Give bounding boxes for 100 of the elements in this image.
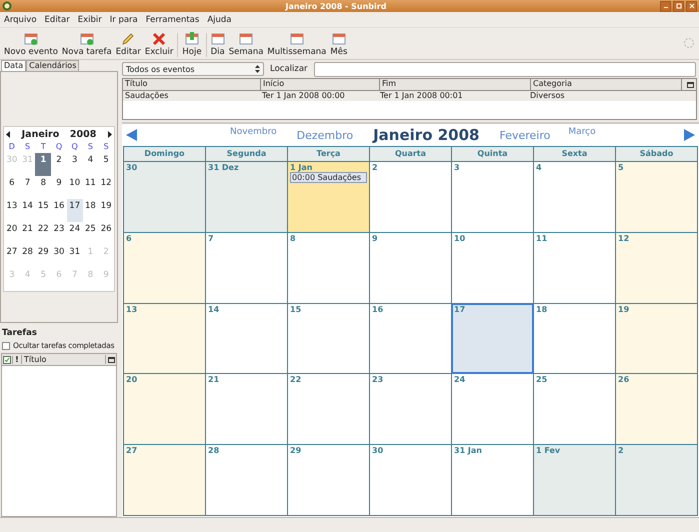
mini-calendar-day[interactable]: 15 <box>35 199 52 222</box>
day-cell[interactable]: 12 <box>616 232 697 303</box>
toolbar-button[interactable]: Editar <box>114 32 143 57</box>
column-header[interactable]: Título <box>123 79 261 90</box>
day-cell[interactable]: 8 <box>288 232 369 303</box>
mini-calendar-day[interactable]: 27 <box>4 245 20 268</box>
column-header[interactable]: ! <box>13 355 22 364</box>
toolbar-button[interactable]: Excluir <box>142 32 176 57</box>
toolbar-button[interactable]: Hoje <box>180 32 204 57</box>
sidebar-tab[interactable]: Data <box>1 60 26 71</box>
mini-calendar-day[interactable]: 26 <box>98 222 114 245</box>
month-link[interactable]: Fevereiro <box>499 128 550 142</box>
mini-calendar-day[interactable]: 5 <box>98 153 114 176</box>
mini-calendar-day[interactable]: 30 <box>51 245 67 268</box>
day-cell[interactable]: 2 <box>616 445 697 515</box>
day-cell[interactable]: 31 Dez <box>206 162 287 232</box>
toolbar-button[interactable]: Nova tarefa <box>60 32 114 57</box>
day-cell[interactable]: 16 <box>370 304 451 374</box>
previous-month-icon[interactable] <box>6 131 11 138</box>
day-cell[interactable]: 29 <box>288 445 369 515</box>
mini-calendar-day[interactable]: 31 <box>66 245 83 268</box>
column-picker-button[interactable] <box>106 356 116 362</box>
menu-item[interactable]: Arquivo <box>4 14 37 24</box>
mini-calendar-day[interactable]: 23 <box>51 222 67 245</box>
toolbar-button[interactable]: Dia <box>208 32 227 57</box>
toolbar-button[interactable]: Multissemana <box>265 32 328 57</box>
day-cell[interactable]: 19 <box>616 304 697 374</box>
mini-calendar-day[interactable]: 12 <box>98 176 114 199</box>
mini-calendar-day[interactable]: 24 <box>66 222 83 245</box>
day-cell[interactable]: 20 <box>124 374 205 444</box>
mini-calendar-day[interactable]: 8 <box>35 176 52 199</box>
mini-calendar-day[interactable]: 29 <box>35 245 52 268</box>
mini-calendar-day[interactable]: 11 <box>82 176 98 199</box>
column-header[interactable]: Categoria <box>531 79 682 90</box>
mini-calendar-day[interactable]: 21 <box>20 222 36 245</box>
day-cell[interactable]: 26 <box>616 374 697 444</box>
day-cell[interactable]: 6 <box>124 232 205 303</box>
day-cell[interactable]: 22 <box>288 374 369 444</box>
mini-calendar-day[interactable]: 14 <box>20 199 36 222</box>
day-cell[interactable]: 2 <box>370 162 451 232</box>
menu-item[interactable]: Ajuda <box>207 14 232 24</box>
day-cell[interactable]: 27 <box>124 445 205 515</box>
day-cell[interactable]: 9 <box>370 232 451 303</box>
day-cell[interactable]: 30 <box>370 445 451 515</box>
day-cell[interactable]: 25 <box>534 374 615 444</box>
mini-calendar-day[interactable]: 22 <box>35 222 52 245</box>
toolbar-button[interactable]: Semana <box>226 32 266 57</box>
day-cell[interactable]: 28 <box>206 445 287 515</box>
day-cell[interactable]: 7 <box>206 232 287 303</box>
day-cell[interactable]: 30 <box>124 162 205 232</box>
day-cell[interactable]: 15 <box>288 304 369 374</box>
day-cell[interactable]: 24 <box>452 374 533 444</box>
menu-item[interactable]: Ferramentas <box>146 14 200 24</box>
event-item[interactable]: 00:00 Saudações <box>290 172 367 183</box>
mini-calendar-day[interactable]: 25 <box>82 222 98 245</box>
mini-calendar-day[interactable]: 16 <box>51 199 67 222</box>
day-cell[interactable]: 18 <box>534 304 615 374</box>
mini-calendar-day[interactable]: 9 <box>51 176 67 199</box>
sidebar-tab[interactable]: Calendários <box>26 60 80 71</box>
day-cell[interactable]: 31 Jan <box>452 445 533 515</box>
day-cell[interactable]: 10 <box>452 232 533 303</box>
day-cell[interactable]: 1 Jan 00:00 Saudações <box>288 162 369 232</box>
month-link[interactable]: Março <box>568 127 596 137</box>
checkbox[interactable] <box>2 342 10 350</box>
mini-calendar-day[interactable]: 28 <box>20 245 36 268</box>
column-header[interactable]: Início <box>261 79 380 90</box>
column-header[interactable] <box>2 356 13 364</box>
month-link[interactable]: Novembro <box>230 127 277 137</box>
month-link[interactable]: Dezembro <box>296 128 354 142</box>
day-cell[interactable]: 1 Fev <box>534 445 615 515</box>
mini-calendar-day[interactable]: 20 <box>4 222 20 245</box>
day-cell[interactable]: 17 <box>452 304 533 374</box>
day-cell[interactable]: 13 <box>124 304 205 374</box>
maximize-button[interactable] <box>673 0 684 12</box>
day-cell[interactable]: 4 <box>534 162 615 232</box>
day-cell[interactable]: 3 <box>452 162 533 232</box>
day-cell[interactable]: 21 <box>206 374 287 444</box>
day-cell[interactable]: 5 <box>616 162 697 232</box>
day-cell[interactable]: 11 <box>534 232 615 303</box>
event-filter-dropdown[interactable]: Todos os eventos <box>122 62 264 76</box>
day-cell[interactable]: 23 <box>370 374 451 444</box>
mini-calendar-day[interactable]: 13 <box>4 199 20 222</box>
toolbar-button[interactable]: Novo evento <box>2 32 60 57</box>
mini-calendar-day[interactable]: 18 <box>82 199 98 222</box>
mini-calendar-day[interactable]: 2 <box>51 153 67 176</box>
column-header[interactable]: Título <box>22 355 106 364</box>
mini-calendar-day[interactable]: 1 <box>35 153 52 176</box>
menu-item[interactable]: Exibir <box>78 14 102 24</box>
next-month-icon[interactable] <box>107 131 112 138</box>
mini-calendar-day[interactable]: 4 <box>82 153 98 176</box>
close-button[interactable] <box>686 0 697 12</box>
toolbar-button[interactable]: Mês <box>328 32 350 57</box>
mini-calendar-day[interactable]: 3 <box>66 153 83 176</box>
search-field[interactable] <box>314 62 696 76</box>
mini-calendar-day[interactable]: 10 <box>66 176 83 199</box>
minimize-button[interactable] <box>660 0 671 12</box>
mini-calendar-day[interactable]: 7 <box>20 176 36 199</box>
mini-calendar-day[interactable]: 6 <box>4 176 20 199</box>
menu-item[interactable]: Ir para <box>110 14 138 24</box>
column-header[interactable]: Fim <box>380 79 531 90</box>
